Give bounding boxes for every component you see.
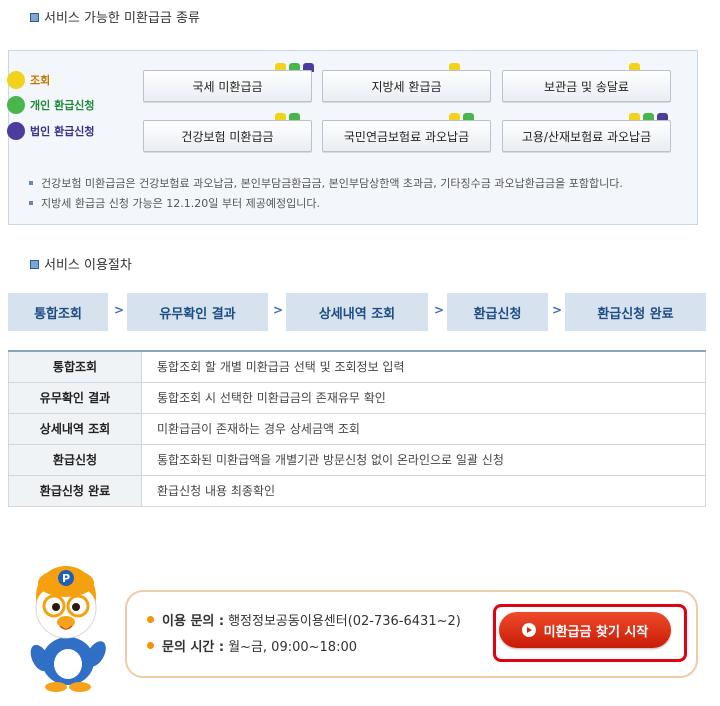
section-title-text: 서비스 이용절차 [44,258,132,273]
penguin-mascot-icon: P [30,566,106,692]
service-button-label: 지방세 환급금 [371,79,442,94]
flow-step-refund-complete: 환급신청 완료 [565,293,706,331]
service-button-employment-insurance[interactable]: 고용/산재보험료 과오납금 [502,120,671,152]
start-search-label: 미환급금 찾기 시작 [543,624,649,640]
chevron-right-icon: > [434,303,445,317]
service-button-label: 국세 미환급금 [192,79,263,94]
legend-item-personal-refund: 개인 환급신청 [7,96,95,114]
square-bullet-icon [30,260,39,269]
contact-panel: 이용 문의 : 행정정보공동이용센터(02-736-6431~2) 문의 시간 … [125,590,698,678]
hours-label: 문의 시간 : [162,640,225,655]
section-title-text: 서비스 가능한 미환급금 종류 [44,11,200,26]
service-types-panel: 조회 개인 환급신청 법인 환급신청 국세 미환급금 지방세 환급금 보관금 및… [7,50,698,225]
note-text: 건강보험 미환급금은 건강보험료 과오납금, 본인부담금환급금, 본인부담상한액… [41,177,623,190]
green-circle-icon [7,96,25,114]
square-bullet-icon [30,13,39,22]
service-button-local-tax[interactable]: 지방세 환급금 [322,70,491,102]
table-step-cell: 유무확인 결과 [8,381,142,414]
chevron-right-icon: > [114,303,125,317]
notes-list: 건강보험 미환급금은 건강보험료 과오납금, 본인부담금환급금, 본인부담상한액… [29,173,623,213]
table-row: 환급신청 통합조화된 미환급액을 개별기관 방문신청 없이 온라인으로 일괄 신… [8,443,706,476]
table-row: 환급신청 완료 환급신청 내용 최종확인 [8,474,706,507]
inquiry-value: 행정정보공동이용센터(02-736-6431~2) [228,614,461,629]
table-step-cell: 환급신청 [8,443,142,476]
legend-label: 조회 [30,74,51,87]
procedure-table: 통합조회 통합조회 할 개별 미환급금 선택 및 조회정보 입력 유무확인 결과… [8,350,706,507]
legend-label: 법인 환급신청 [30,125,95,138]
service-button-label: 건강보험 미환급금 [181,129,274,144]
orange-dot-icon [147,642,154,649]
flow-step-label: 통합조회 [34,306,82,322]
table-row: 유무확인 결과 통합조회 시 선택한 미환급금의 존재유무 확인 [8,381,706,414]
table-row: 통합조회 통합조회 할 개별 미환급금 선택 및 조회정보 입력 [8,350,706,383]
table-step-cell: 통합조회 [8,350,142,383]
table-step-cell: 상세내역 조회 [8,412,142,445]
service-button-label: 보관금 및 송달료 [544,79,629,94]
note-item: 건강보험 미환급금은 건강보험료 과오납금, 본인부담금환급금, 본인부담상한액… [29,173,623,193]
table-desc-cell: 통합조회 시 선택한 미환급금의 존재유무 확인 [141,381,706,414]
section-title-procedure: 서비스 이용절차 [30,254,132,273]
purple-circle-icon [7,122,25,140]
square-bullet-icon [29,201,33,205]
flow-step-integrated-inquiry: 통합조회 [8,293,108,331]
note-item: 지방세 환급금 신청 가능은 12.1.20일 부터 제공예정입니다. [29,193,623,213]
table-desc-cell: 통합조회 할 개별 미환급금 선택 및 조회정보 입력 [141,350,706,383]
start-search-button[interactable]: 미환급금 찾기 시작 [499,612,671,648]
legend-label: 개인 환급신청 [30,99,95,112]
service-button-deposit[interactable]: 보관금 및 송달료 [502,70,671,102]
table-row: 상세내역 조회 미환급금이 존재하는 경우 상세금액 조회 [8,412,706,445]
flow-step-label: 환급신청 완료 [597,306,674,322]
note-text: 지방세 환급금 신청 가능은 12.1.20일 부터 제공예정입니다. [41,197,320,210]
yellow-circle-icon [7,71,25,89]
svg-text:P: P [62,572,70,585]
flow-step-refund-request: 환급신청 [447,293,548,331]
table-desc-cell: 환급신청 내용 최종확인 [141,474,706,507]
table-step-cell: 환급신청 완료 [8,474,142,507]
service-button-national-pension[interactable]: 국민연금보험료 과오납금 [322,120,491,152]
inquiry-label: 이용 문의 : [162,614,225,629]
flow-step-label: 환급신청 [473,306,522,322]
table-desc-cell: 미환급금이 존재하는 경우 상세금액 조회 [141,412,706,445]
chevron-right-icon: > [552,303,563,317]
flow-step-detail-inquiry: 상세내역 조회 [286,293,428,331]
contact-hours-line: 문의 시간 : 월~금, 09:00~18:00 [147,636,357,655]
flow-step-label: 유무확인 결과 [159,306,236,322]
service-button-label: 국민연금보험료 과오납금 [343,129,470,144]
flow-step-existence-result: 유무확인 결과 [127,293,268,331]
orange-dot-icon [147,616,154,623]
legend-item-corporate-refund: 법인 환급신청 [7,122,95,140]
square-bullet-icon [29,181,33,185]
service-button-national-tax[interactable]: 국세 미환급금 [143,70,312,102]
hours-value: 월~금, 09:00~18:00 [228,640,357,655]
flow-step-label: 상세내역 조회 [318,306,396,322]
legend-item-inquiry: 조회 [7,71,51,89]
service-button-label: 고용/산재보험료 과오납금 [521,129,652,144]
section-title-service-types: 서비스 가능한 미환급금 종류 [30,7,200,26]
chevron-right-icon: > [273,303,284,317]
table-desc-cell: 통합조화된 미환급액을 개별기관 방문신청 없이 온라인으로 일괄 신청 [141,443,706,476]
service-button-health-insurance[interactable]: 건강보험 미환급금 [143,120,312,152]
contact-inquiry-line: 이용 문의 : 행정정보공동이용센터(02-736-6431~2) [147,610,461,629]
play-icon [521,623,536,637]
